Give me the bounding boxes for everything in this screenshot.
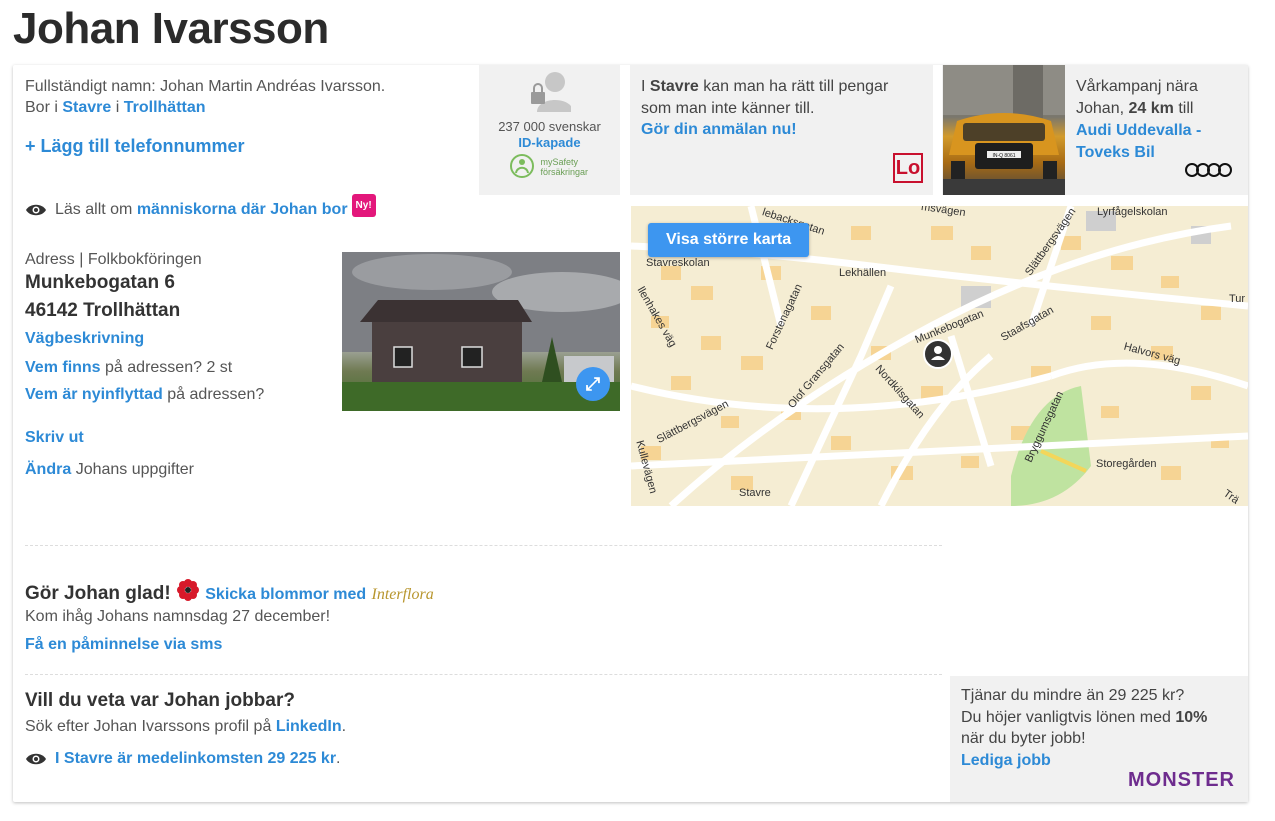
fullname-text: Fullständigt namn: Johan Martin Andréas … bbox=[25, 78, 386, 95]
id-theft-ad[interactable]: 237 000 svenskar ID-kapade mySafety förs… bbox=[479, 65, 620, 195]
divider bbox=[25, 674, 942, 675]
divider bbox=[25, 545, 942, 546]
map[interactable]: Stavreskolan Lekhällen Lyrfågelskolan Sl… bbox=[631, 206, 1248, 506]
unclaimed-prefix: I bbox=[641, 78, 646, 95]
linkedin-line: Sök efter Johan Ivarssons profil på Link… bbox=[25, 716, 346, 737]
audi-line2-prefix: Johan, bbox=[1076, 100, 1125, 117]
linkedin-link[interactable]: LinkedIn bbox=[276, 718, 342, 735]
new-residents-link[interactable]: Vem är nyinflyttad bbox=[25, 386, 163, 403]
linkedin-suffix: . bbox=[341, 718, 347, 735]
send-flowers-link[interactable]: Skicka blommor med bbox=[205, 586, 366, 603]
monster-logo: MONSTER bbox=[1128, 769, 1235, 791]
income-suffix: . bbox=[336, 750, 341, 767]
interflora-logo: Interflora bbox=[371, 586, 434, 603]
monster-ad[interactable]: Tjänar du mindre än 29 225 kr? Du höjer … bbox=[950, 676, 1248, 802]
linkedin-prefix: Sök efter Johan Ivarssons profil på bbox=[25, 718, 272, 735]
lives-line: Bor i Stavre i Trollhättan bbox=[25, 97, 206, 118]
map-label-lyrfagelskolan: Lyrfågelskolan bbox=[1097, 206, 1168, 218]
lives-mid: i bbox=[115, 99, 120, 116]
page-title: Johan Ivarsson bbox=[13, 4, 329, 53]
mysafety-line1: mySafety bbox=[540, 157, 579, 167]
flowers-heading: Gör Johan glad! bbox=[25, 583, 171, 604]
unclaimed-money-ad[interactable]: I Stavre kan man ha rätt till pengar som… bbox=[630, 65, 933, 195]
lives-prefix: Bor i bbox=[25, 99, 58, 116]
edit-link[interactable]: Ändra bbox=[25, 461, 71, 478]
read-prefix: Läs allt om bbox=[55, 201, 133, 218]
audi-dealer-link[interactable]: Audi Uddevalla - Toveks Bil bbox=[1076, 120, 1236, 164]
edit-text: Johans uppgifter bbox=[75, 461, 194, 478]
neighbours-link[interactable]: människorna där Johan bor bbox=[137, 201, 348, 218]
new-residents-line: Vem är nyinflyttad på adressen? bbox=[25, 384, 264, 405]
flowers-line: Gör Johan glad! Skicka blommor med Inter… bbox=[25, 578, 434, 608]
who-lives-text: på adressen? 2 st bbox=[105, 359, 233, 376]
audi-distance: 24 km bbox=[1128, 100, 1174, 117]
mysafety-logo: mySafety försäkringar bbox=[509, 153, 588, 181]
audi-line2-suffix: till bbox=[1178, 100, 1194, 117]
who-lives-line: Vem finns på adressen? 2 st bbox=[25, 357, 232, 378]
print-link[interactable]: Skriv ut bbox=[25, 429, 84, 447]
monster-jobs-link[interactable]: Lediga jobb bbox=[961, 750, 1237, 771]
directions-link[interactable]: Vägbeskrivning bbox=[25, 330, 144, 348]
lo-logo: Lo bbox=[893, 153, 923, 183]
nameday-text: Kom ihåg Johans namnsdag 27 december! bbox=[25, 608, 331, 625]
id-theft-count: 237 000 svenskar bbox=[498, 119, 601, 134]
eye-icon bbox=[25, 202, 47, 223]
audi-rings-logo bbox=[1184, 162, 1234, 183]
flower-icon bbox=[176, 578, 200, 608]
audi-car-image: IN-Q 8061 bbox=[943, 65, 1065, 195]
income-link[interactable]: I Stavre är medelinkomsten 29 225 kr bbox=[55, 750, 336, 767]
map-label-storegarden: Storegården bbox=[1096, 458, 1157, 470]
expand-icon[interactable]: ⤢ bbox=[576, 367, 610, 401]
audi-ad[interactable]: IN-Q 8061 Vårkampanj nära Johan, 24 km t… bbox=[942, 65, 1248, 195]
monster-line3: när du byter jobb! bbox=[961, 730, 1086, 747]
user-lock-icon bbox=[527, 70, 573, 117]
job-heading: Vill du veta var Johan jobbar? bbox=[25, 690, 295, 711]
city-link[interactable]: Trollhättan bbox=[124, 99, 206, 116]
map-label-tur: Tur bbox=[1229, 293, 1246, 305]
map-label-lekhallen: Lekhällen bbox=[839, 267, 887, 279]
monster-line2-prefix: Du höjer vanligtvis lönen med bbox=[961, 708, 1171, 726]
who-lives-link[interactable]: Vem finns bbox=[25, 359, 101, 376]
id-theft-link[interactable]: ID-kapade bbox=[479, 135, 620, 150]
audi-ad-text: Vårkampanj nära Johan, 24 km till Audi U… bbox=[1076, 76, 1236, 164]
mysafety-line2: försäkringar bbox=[540, 167, 589, 177]
unclaimed-place: Stavre bbox=[649, 78, 699, 95]
district-link[interactable]: Stavre bbox=[62, 99, 111, 116]
new-badge: Ny! bbox=[351, 194, 376, 217]
edit-line: Ändra Johans uppgifter bbox=[25, 459, 194, 480]
new-residents-text: på adressen? bbox=[167, 386, 265, 403]
income-line: I Stavre är medelinkomsten 29 225 kr. bbox=[25, 748, 341, 772]
monster-percent: 10% bbox=[1175, 708, 1208, 726]
address-zip-city: 46142 Trollhättan bbox=[25, 300, 181, 321]
unclaimed-money-text: I Stavre kan man ha rätt till pengar som… bbox=[641, 76, 922, 120]
claim-link[interactable]: Gör din anmälan nu! bbox=[641, 121, 922, 139]
audi-line1: Vårkampanj nära bbox=[1076, 78, 1198, 95]
house-photo[interactable]: ⤢ bbox=[342, 252, 620, 411]
map-label-stavre: Stavre bbox=[739, 487, 771, 499]
license-plate: IN-Q 8061 bbox=[992, 153, 1015, 159]
add-phone-link[interactable]: + Lägg till telefonnummer bbox=[25, 136, 245, 157]
address-street: Munkebogatan 6 bbox=[25, 272, 175, 293]
sms-reminder-link[interactable]: Få en påminnelse via sms bbox=[25, 636, 222, 654]
address-label: Adress | Folkbokföringen bbox=[25, 251, 202, 268]
read-about-line: Läs allt om människorna där Johan bor Ny! bbox=[25, 194, 376, 223]
person-card: Fullständigt namn: Johan Martin Andréas … bbox=[13, 65, 1248, 802]
map-label-stavreskolan: Stavreskolan bbox=[646, 257, 710, 269]
monster-text: Tjänar du mindre än 29 225 kr? Du höjer … bbox=[961, 685, 1237, 750]
mysafety-icon bbox=[509, 153, 535, 181]
monster-line1: Tjänar du mindre än 29 225 kr? bbox=[961, 687, 1185, 704]
show-larger-map-button[interactable]: Visa större karta bbox=[648, 223, 810, 257]
eye-icon bbox=[25, 751, 47, 772]
